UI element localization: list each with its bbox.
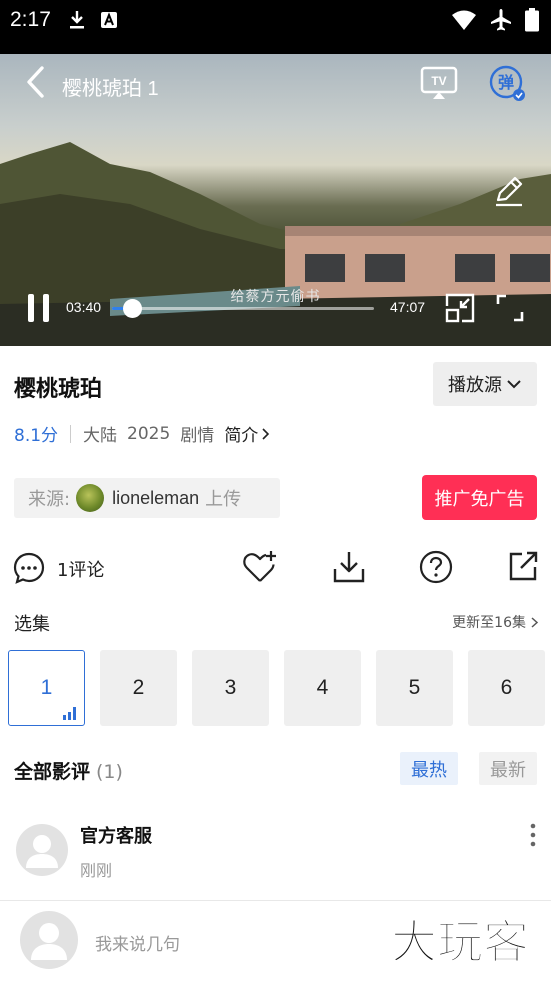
add-favorite-icon[interactable]	[242, 549, 278, 585]
default-avatar-icon	[31, 923, 67, 960]
episode-button[interactable]: 4	[284, 650, 361, 726]
uploader-name: lioneleman	[112, 487, 200, 508]
picture-in-picture-icon[interactable]	[444, 292, 476, 324]
watermark-logo: 大玩客	[390, 914, 529, 969]
episode-number: 6	[500, 676, 513, 699]
edit-danmu-icon[interactable]	[492, 174, 526, 208]
help-icon[interactable]	[418, 549, 454, 585]
battery-icon	[525, 8, 539, 32]
intro-label: 简介	[224, 426, 259, 446]
episode-number: 5	[408, 676, 421, 699]
episode-number: 1	[40, 676, 53, 699]
play-source-button[interactable]: 播放源	[433, 362, 537, 406]
status-bar: 2:17	[0, 0, 551, 54]
back-button[interactable]	[20, 64, 54, 100]
episode-number: 2	[132, 676, 145, 699]
watermark-text: 大玩客	[391, 915, 529, 969]
review-time: 刚刚	[80, 861, 113, 880]
episode-button[interactable]: 5	[376, 650, 453, 726]
reviews-heading: 全部影评 (1)	[14, 757, 123, 784]
current-time: 03:40	[66, 299, 102, 315]
total-time: 47:07	[390, 299, 426, 315]
reviews-count: (1)	[96, 761, 123, 783]
download-icon	[70, 11, 84, 29]
episode-button[interactable]: 1	[8, 650, 85, 726]
play-source-label: 播放源	[448, 375, 502, 396]
wifi-icon	[452, 10, 476, 30]
progress-bar[interactable]	[112, 299, 374, 318]
meta-row: 8.1分 大陆 2025 剧情 简介	[14, 421, 270, 446]
my-avatar	[20, 911, 78, 969]
now-playing-icon	[63, 707, 76, 720]
meta-divider	[70, 424, 72, 443]
episode-button[interactable]: 2	[100, 650, 177, 726]
more-options-icon[interactable]	[526, 822, 540, 848]
download-icon[interactable]	[331, 549, 367, 585]
svg-text:TV: TV	[431, 74, 446, 88]
intro-link[interactable]: 简介	[224, 421, 270, 446]
episodes-update-text: 更新至16集	[452, 615, 526, 631]
ad-free-promo-button[interactable]: 推广免广告	[422, 475, 537, 520]
episodes-update-link[interactable]: 更新至16集	[452, 612, 539, 632]
status-time: 2:17	[10, 8, 51, 31]
share-icon[interactable]	[506, 549, 540, 583]
pause-button[interactable]	[24, 292, 54, 324]
tv-cast-button[interactable]: TV	[420, 66, 458, 100]
danmu-label: 弹	[498, 73, 514, 92]
comment-icon[interactable]	[12, 551, 46, 585]
episode-number: 4	[316, 676, 329, 699]
airplane-icon	[491, 9, 511, 31]
score: 8.1分	[14, 426, 59, 446]
comment-count[interactable]: 1评论	[57, 556, 104, 582]
divider	[0, 900, 551, 901]
a-letter-icon	[101, 12, 117, 28]
uploader-avatar	[76, 484, 105, 512]
reviews-label: 全部影评	[14, 761, 91, 783]
episode-button[interactable]: 6	[468, 650, 545, 726]
chevron-down-icon	[507, 380, 521, 389]
episode-list: 1 2 3 4 5 6	[8, 650, 545, 726]
region: 大陆	[83, 426, 118, 446]
danmu-toggle-button[interactable]: 弹	[488, 64, 528, 104]
episode-number: 3	[224, 676, 237, 699]
comment-input[interactable]: 我来说几句	[95, 930, 180, 955]
episodes-label: 选集	[14, 614, 50, 635]
default-avatar-icon	[26, 835, 58, 868]
genre: 剧情	[180, 426, 215, 446]
reviewer-name[interactable]: 官方客服	[80, 822, 152, 848]
sort-new-button[interactable]: 最新	[479, 752, 537, 785]
show-title: 樱桃琥珀	[14, 377, 103, 402]
uploader-prefix: 来源:	[28, 489, 71, 510]
fullscreen-icon[interactable]	[494, 292, 526, 324]
chevron-right-icon	[262, 427, 270, 440]
episode-button[interactable]: 3	[192, 650, 269, 726]
sort-hot-button[interactable]: 最热	[400, 752, 458, 785]
year: 2025	[127, 423, 171, 444]
video-player[interactable]: 樱桃琥珀 1 TV 弹 给蔡方元偷书 03:40 47:07	[0, 54, 551, 346]
uploader-suffix: 上传	[205, 489, 242, 510]
player-title: 樱桃琥珀 1	[62, 78, 159, 100]
reviewer-avatar[interactable]	[16, 824, 68, 876]
chevron-right-icon	[531, 616, 539, 628]
uploader-info[interactable]: 来源: lioneleman 上传	[14, 478, 280, 518]
